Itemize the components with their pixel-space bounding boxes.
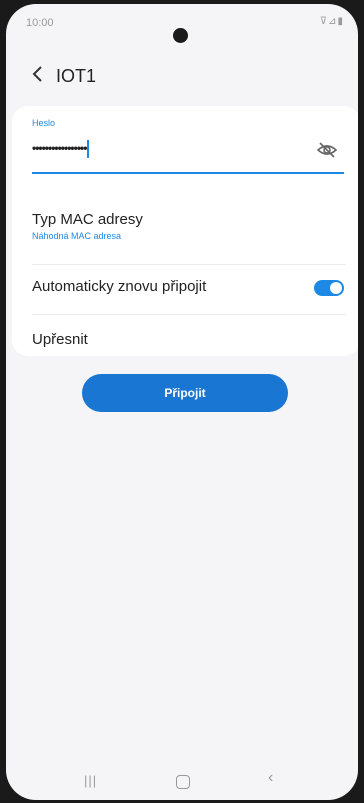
- auto-reconnect-toggle[interactable]: [314, 280, 344, 296]
- mac-address-type-label: Typ MAC adresy: [32, 211, 143, 228]
- front-camera: [173, 28, 188, 43]
- status-bar: 10:00 ⊽⊿▮: [6, 4, 358, 44]
- status-time: 10:00: [26, 17, 54, 29]
- divider: [32, 314, 346, 315]
- hide-password-icon[interactable]: [316, 140, 338, 160]
- divider: [32, 264, 346, 265]
- page-title: IOT1: [56, 66, 97, 86]
- mac-address-type-row[interactable]: Typ MAC adresy Náhodná MAC adresa: [32, 211, 346, 241]
- advanced-label: Upřesnit: [32, 331, 88, 348]
- phone-screen: 10:00 ⊽⊿▮ IOT1 Heslo ••••••••••••••••• T…: [6, 4, 358, 800]
- home-icon[interactable]: [176, 775, 190, 789]
- nav-back-icon[interactable]: ‹: [268, 769, 273, 787]
- text-cursor: [87, 140, 89, 158]
- navigation-bar: ||| ‹: [6, 769, 358, 799]
- toggle-knob: [330, 282, 342, 294]
- password-value: •••••••••••••••••: [32, 141, 87, 156]
- status-icons: ⊽⊿▮: [319, 16, 344, 27]
- back-arrow-icon[interactable]: [28, 62, 48, 86]
- auto-reconnect-row[interactable]: Automaticky znovu připojit: [32, 278, 346, 302]
- header: IOT1: [6, 62, 358, 92]
- mac-address-type-value: Náhodná MAC adresa: [32, 231, 122, 241]
- password-label: Heslo: [32, 118, 56, 128]
- settings-card: Heslo ••••••••••••••••• Typ MAC adresy N…: [12, 106, 358, 356]
- auto-reconnect-label: Automaticky znovu připojit: [32, 278, 207, 295]
- password-input[interactable]: •••••••••••••••••: [32, 140, 89, 158]
- advanced-row[interactable]: Upřesnit: [32, 331, 346, 348]
- connect-button[interactable]: Připojit: [82, 374, 288, 412]
- password-underline: [32, 172, 344, 174]
- password-field[interactable]: •••••••••••••••••: [32, 136, 344, 174]
- recent-apps-icon[interactable]: |||: [84, 773, 97, 788]
